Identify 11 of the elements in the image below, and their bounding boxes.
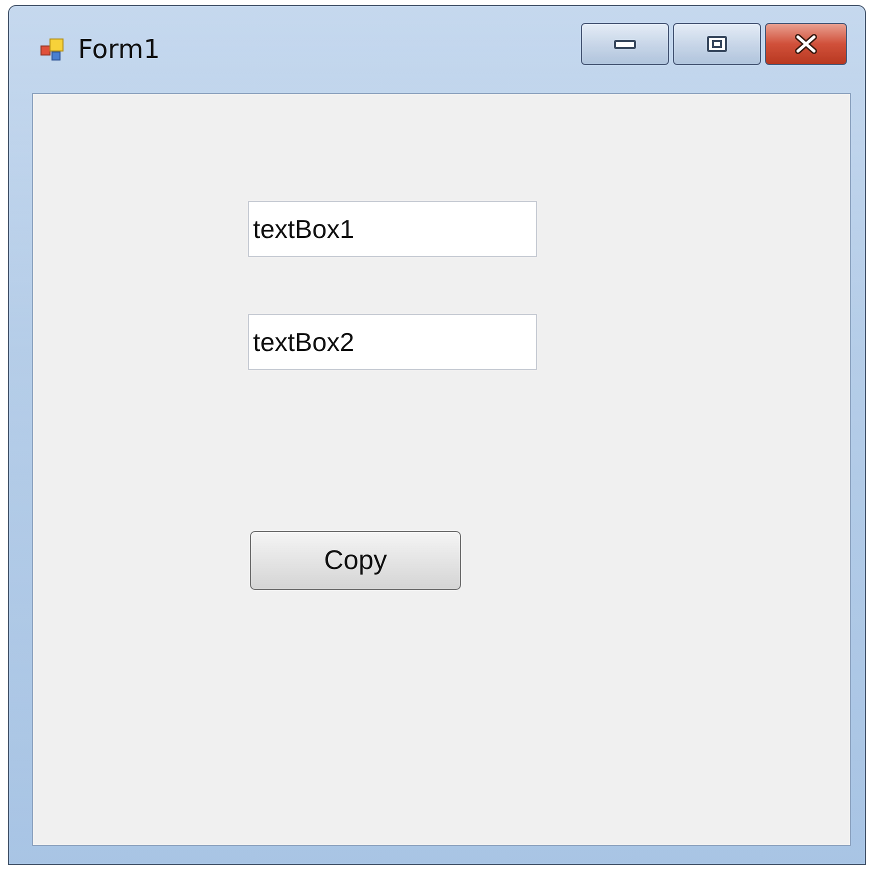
maximize-icon [706, 34, 728, 52]
close-button[interactable] [765, 22, 847, 64]
text-field[interactable]: textBox1 [248, 201, 537, 257]
text-field[interactable]: textBox2 [248, 314, 537, 370]
copy-button[interactable]: Copy [250, 531, 461, 590]
app-icon [40, 36, 66, 62]
close-icon [793, 34, 819, 54]
window-title: Form1 [78, 34, 160, 64]
maximize-button[interactable] [673, 22, 761, 64]
minimize-icon [613, 38, 637, 50]
minimize-button[interactable] [581, 22, 669, 64]
